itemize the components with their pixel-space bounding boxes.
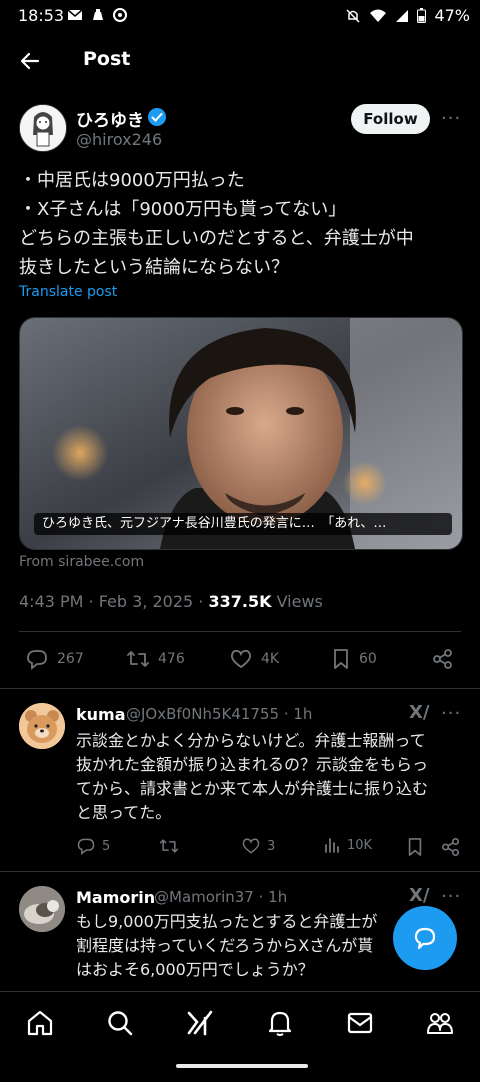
avatar-illustration (20, 105, 66, 151)
chat-bubble-icon (414, 927, 436, 950)
more-options-icon[interactable]: ··· (441, 108, 461, 129)
post-timestamp[interactable]: 4:43 PM · Feb 3, 2025 · (19, 592, 208, 611)
follow-button[interactable]: Follow (351, 104, 430, 134)
reply-text: 示談金とかよく分からないけど。弁護士報酬って 抜かれた金額が振り込まれるの？示談… (76, 729, 466, 825)
grok-icon[interactable] (185, 1008, 215, 1038)
reply-action[interactable]: 267 (25, 648, 84, 670)
notification-icons (67, 8, 127, 22)
bookmark-icon (334, 649, 348, 669)
grok-icon[interactable]: X/ (409, 702, 429, 723)
post-text: ・中居氏は9000万円払った ・X子さんは「9000万円も貰ってない」 どちらの… (19, 166, 464, 282)
like-count: 4K (261, 651, 280, 667)
reply-more-options-icon[interactable]: ··· (441, 703, 461, 724)
reply-author-handle[interactable]: @JOxBf0Nh5K41755 · 1h (126, 705, 312, 723)
link-card[interactable]: ひろゆき氏、元フジアナ長谷川豊氏の発言に… 「あれ、… (19, 317, 463, 550)
battery-icon (417, 8, 427, 23)
views-icon (325, 838, 339, 853)
reply-line: と思ってた。 (76, 803, 172, 822)
search-icon[interactable] (105, 1008, 135, 1038)
verified-badge-icon (148, 108, 166, 126)
repost-icon (159, 839, 179, 853)
bookmark-count: 60 (359, 651, 377, 667)
grok-icon[interactable]: X/ (409, 885, 429, 906)
system-icons: 47% (345, 6, 470, 25)
reply-line: はおよそ6,000万円でしょうか？ (76, 960, 314, 979)
messages-envelope-icon[interactable] (345, 1008, 375, 1038)
mute-icon (346, 8, 360, 23)
views-count: 10K (347, 837, 373, 853)
communities-icon[interactable] (425, 1008, 455, 1038)
post-line: ・X子さんは「9000万円も貰ってない」 (19, 199, 347, 220)
reply-more-options-icon[interactable]: ··· (441, 886, 461, 907)
reply-avatar[interactable] (19, 703, 65, 749)
status-time: 18:53 (18, 6, 65, 25)
signal-icon (396, 9, 409, 22)
reply-like-action[interactable]: 3 (241, 836, 275, 856)
like-action[interactable]: 4K (229, 648, 279, 670)
divider (0, 688, 480, 689)
reply-text: もし9,000万円支払ったとすると弁護士が 割程度は持っていくだろうからXさんが… (76, 910, 396, 982)
reply-author-name[interactable]: kuma (76, 705, 126, 724)
author-handle[interactable]: @hirox246 (76, 130, 162, 149)
post-meta: 4:43 PM · Feb 3, 2025 · 337.5K Views (19, 592, 323, 611)
translate-post-link[interactable]: Translate post (19, 284, 117, 300)
repost-action[interactable]: 476 (126, 648, 185, 670)
mail-icon (67, 9, 83, 20)
gesture-handle[interactable] (176, 1064, 308, 1068)
page-title: Post (83, 48, 131, 70)
notifications-bell-icon[interactable] (265, 1008, 295, 1038)
divider (0, 871, 480, 872)
views-label: Views (271, 592, 323, 611)
compose-reply-button[interactable] (393, 906, 457, 970)
app-notification-icon (93, 9, 103, 20)
card-caption: ひろゆき氏、元フジアナ長谷川豊氏の発言に… 「あれ、… (34, 513, 452, 535)
reply-count: 5 (102, 838, 111, 854)
bear-avatar-illustration (19, 703, 65, 749)
post-line: 抜きしたという結論にならない？ (19, 257, 289, 278)
reply-icon (77, 838, 95, 856)
status-bar: 18:53 47% (0, 0, 480, 32)
reply-line: てから、請求書とか来て本人が弁護士に振り込む (76, 779, 429, 798)
reply-views-action[interactable]: 10K (323, 836, 372, 854)
back-arrow-icon[interactable] (18, 48, 44, 74)
repost-count: 476 (158, 651, 185, 667)
reply-avatar[interactable] (19, 886, 65, 932)
reply-author-name[interactable]: Mamorin (76, 888, 155, 907)
reply-line: 示談金とかよく分からないけど。弁護士報酬って (76, 731, 426, 750)
author-name[interactable]: ひろゆき (76, 106, 144, 131)
reply-icon (27, 650, 47, 670)
wifi-icon (370, 9, 387, 22)
reply-author-handle[interactable]: @Mamorin37 · 1h (154, 888, 287, 906)
post-line: どちらの主張も正しいのだとすると、弁護士が中 (19, 228, 414, 249)
share-icon[interactable] (441, 837, 461, 857)
reply-repost-action[interactable] (159, 836, 179, 856)
divider (19, 631, 461, 632)
chrome-icon (113, 8, 127, 22)
cat-avatar-illustration (19, 886, 65, 932)
like-count: 3 (267, 838, 276, 854)
post-line: ・中居氏は9000万円払った (19, 170, 245, 191)
share-icon[interactable] (432, 648, 454, 670)
heart-icon (242, 838, 260, 854)
reply-line: もし9,000万円支払ったとすると弁護士が (76, 912, 378, 931)
reply-reply-action[interactable]: 5 (76, 836, 110, 856)
bookmark-icon[interactable] (406, 837, 424, 857)
repost-icon (127, 651, 149, 667)
bottom-navigation (0, 991, 480, 1082)
reply-line: 抜かれた金額が振り込まれるの？示談金をもらっ (76, 755, 429, 774)
top-bar: Post (0, 38, 480, 82)
author-avatar[interactable] (19, 104, 67, 152)
bookmark-action[interactable]: 60 (331, 648, 377, 670)
heart-icon (231, 649, 251, 669)
reply-line: 割程度は持っていくだろうからXさんが貰 (76, 936, 374, 955)
home-icon[interactable] (25, 1008, 55, 1038)
views-count: 337.5K (208, 592, 272, 611)
battery-percent: 47% (434, 6, 470, 25)
reply-count: 267 (57, 651, 84, 667)
card-source[interactable]: From sirabee.com (19, 554, 144, 570)
